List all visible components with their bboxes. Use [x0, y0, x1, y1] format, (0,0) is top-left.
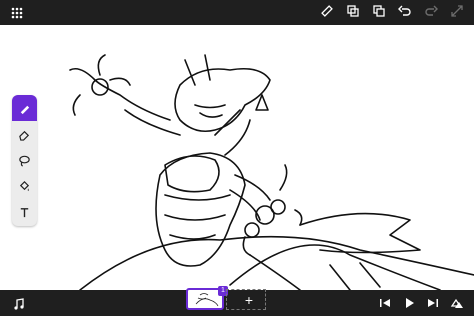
eraser-tool[interactable]	[12, 121, 37, 147]
music-button[interactable]	[10, 295, 28, 313]
tool-panel	[12, 95, 37, 226]
drawing-canvas[interactable]	[0, 25, 474, 290]
redo-icon	[425, 5, 438, 16]
top-toolbar	[0, 0, 474, 25]
grid-dots-icon	[11, 7, 23, 19]
text-tool[interactable]	[12, 199, 37, 225]
play-button[interactable]	[400, 294, 418, 312]
brush-icon	[20, 105, 30, 114]
onion-skin-icon	[450, 298, 463, 308]
play-icon	[406, 298, 414, 308]
dragon-line-art	[69, 54, 474, 290]
brush-tool[interactable]	[12, 95, 37, 121]
onion-skin-button[interactable]	[448, 294, 466, 312]
transform-button[interactable]	[448, 2, 466, 20]
ruler-button[interactable]	[318, 2, 336, 20]
redo-button[interactable]	[422, 2, 440, 20]
layers-copy-icon	[347, 5, 359, 17]
text-icon	[20, 207, 29, 217]
duplicate-button[interactable]	[370, 2, 388, 20]
undo-icon	[398, 5, 411, 16]
lasso-icon	[19, 155, 30, 167]
skip-forward-icon	[428, 299, 438, 307]
layers-button[interactable]	[344, 2, 362, 20]
undo-button[interactable]	[396, 2, 414, 20]
music-note-icon	[14, 298, 24, 310]
lasso-tool[interactable]	[12, 147, 37, 173]
transform-icon	[451, 5, 463, 17]
fill-bucket-icon	[19, 180, 30, 191]
ruler-icon	[321, 5, 333, 17]
menu-dots-button[interactable]	[8, 4, 26, 22]
eraser-icon	[19, 130, 30, 141]
skip-back-icon	[380, 299, 390, 307]
fill-tool[interactable]	[12, 173, 37, 199]
duplicate-icon	[373, 5, 385, 17]
skip-forward-button[interactable]	[424, 294, 442, 312]
skip-back-button[interactable]	[376, 294, 394, 312]
empty-frame-slot[interactable]	[226, 289, 266, 310]
frame-preview	[195, 293, 219, 307]
